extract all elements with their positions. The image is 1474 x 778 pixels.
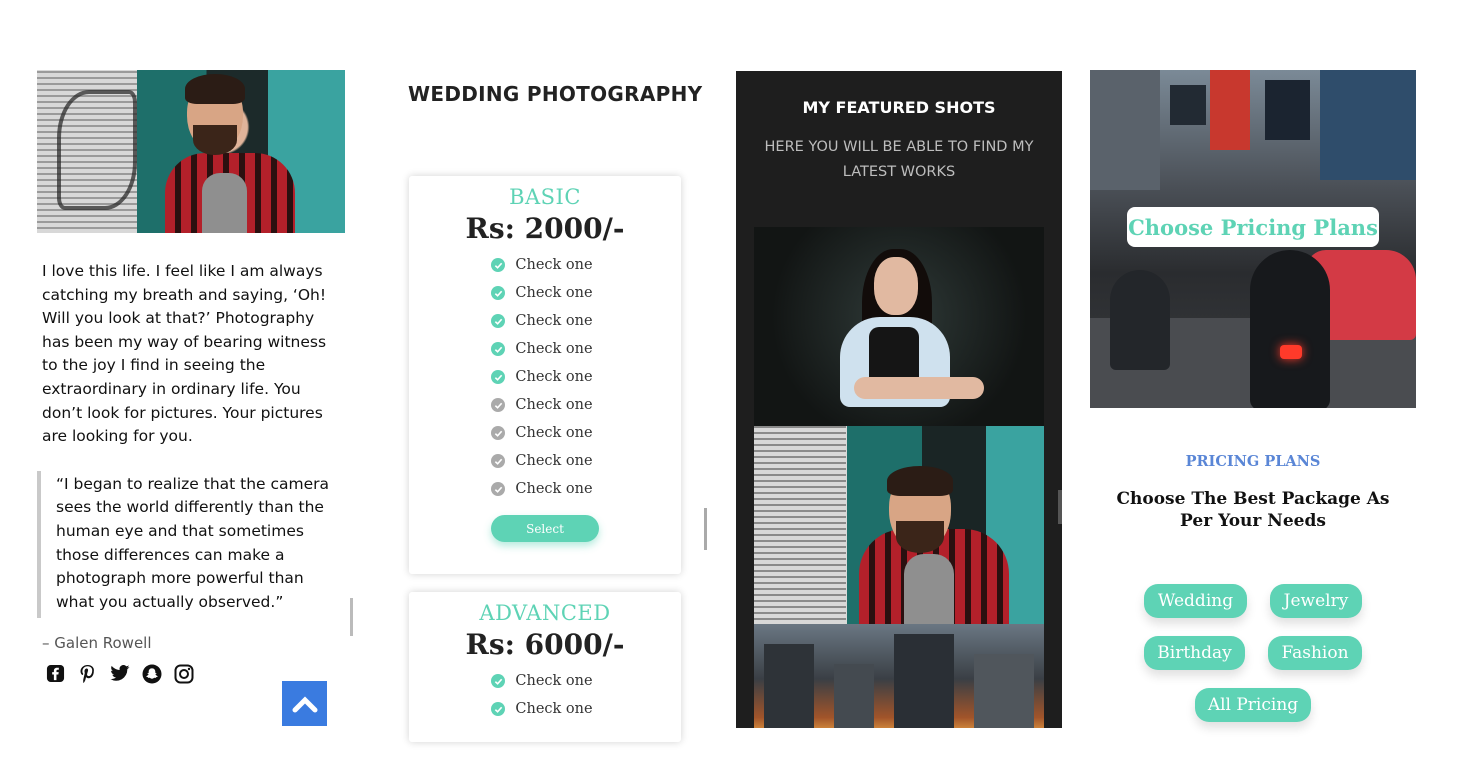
profile-column: I love this life. I feel like I am alway… <box>37 70 357 652</box>
snapchat-icon[interactable] <box>141 663 162 684</box>
scrollbar-thumb[interactable] <box>704 508 707 550</box>
page-title: WEDDING PHOTOGRAPHY <box>408 82 703 106</box>
category-chip-jewelry[interactable]: Jewelry <box>1270 584 1362 618</box>
category-chip-all-pricing[interactable]: All Pricing <box>1195 688 1311 722</box>
plan-name: ADVANCED <box>479 601 611 625</box>
hero-label: Choose Pricing Plans <box>1127 207 1379 247</box>
featured-photo[interactable] <box>754 227 1044 426</box>
instagram-icon[interactable] <box>173 663 194 684</box>
feature-item: Check one <box>409 251 681 279</box>
feature-item: Check one <box>409 279 681 307</box>
check-circle-icon <box>491 702 506 716</box>
scrollbar-thumb[interactable] <box>1058 490 1062 524</box>
section-title: MY FEATURED SHOTS <box>802 98 996 117</box>
section-subtitle: HERE YOU WILL BE ABLE TO FIND MY LATEST … <box>764 139 1034 180</box>
bio-text: I love this life. I feel like I am alway… <box>42 262 327 446</box>
check-circle-icon <box>491 482 506 496</box>
quote-text: “I began to realize that the camera sees… <box>37 470 337 619</box>
feature-item: Check one <box>409 335 681 363</box>
plan-card-basic: BASIC Rs: 2000/- Check one Check one Che… <box>409 176 681 574</box>
feature-item: Check one <box>409 695 681 723</box>
featured-photo[interactable] <box>754 624 1044 728</box>
plan-price: Rs: 6000/- <box>465 628 625 661</box>
section-heading: Choose The Best Package As Per Your Need… <box>1116 489 1390 531</box>
category-chip-fashion[interactable]: Fashion <box>1268 636 1362 670</box>
check-circle-icon <box>491 314 506 328</box>
check-circle-icon <box>491 370 506 384</box>
profile-photo <box>37 70 345 233</box>
chevron-up-icon <box>292 695 317 712</box>
feature-item: Check one <box>409 667 681 695</box>
feature-list: Check one Check one Check one Check one … <box>409 251 681 503</box>
featured-photo[interactable] <box>754 426 1044 624</box>
scrollbar-thumb[interactable] <box>350 598 353 636</box>
check-circle-icon <box>491 286 506 300</box>
scroll-to-top-button[interactable] <box>282 681 327 726</box>
check-circle-icon <box>491 342 506 356</box>
select-plan-button[interactable]: Select <box>491 515 599 542</box>
feature-item: Check one <box>409 307 681 335</box>
featured-shots-panel: MY FEATURED SHOTS HERE YOU WILL BE ABLE … <box>736 71 1062 728</box>
pinterest-icon[interactable] <box>77 663 98 684</box>
check-circle-icon <box>491 674 506 688</box>
check-circle-icon <box>491 258 506 272</box>
plan-name: BASIC <box>509 185 581 209</box>
twitter-icon[interactable] <box>109 663 130 684</box>
feature-item: Check one <box>409 447 681 475</box>
feature-item: Check one <box>409 363 681 391</box>
feature-list: Check one Check one <box>409 667 681 723</box>
section-kicker: PRICING PLANS <box>1185 453 1321 470</box>
category-chip-birthday[interactable]: Birthday <box>1144 636 1245 670</box>
check-circle-icon <box>491 454 506 468</box>
facebook-icon[interactable] <box>45 663 66 684</box>
plan-price: Rs: 2000/- <box>465 212 625 245</box>
feature-item: Check one <box>409 475 681 503</box>
social-links <box>45 663 194 684</box>
quote-author: – Galen Rowell <box>42 634 152 653</box>
plan-card-advanced: ADVANCED Rs: 6000/- Check one Check one <box>409 592 681 742</box>
feature-item: Check one <box>409 391 681 419</box>
feature-item: Check one <box>409 419 681 447</box>
category-chip-wedding[interactable]: Wedding <box>1144 584 1247 618</box>
check-circle-icon <box>491 398 506 412</box>
check-circle-icon <box>491 426 506 440</box>
